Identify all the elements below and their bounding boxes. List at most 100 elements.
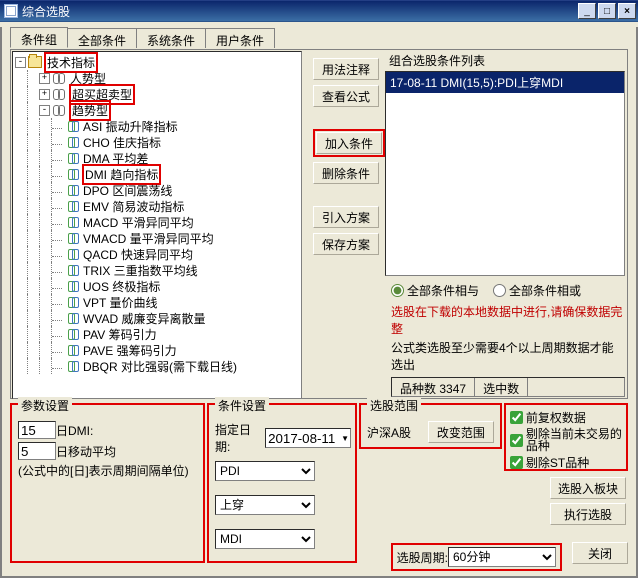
tree-item[interactable]: DPO 区间震荡线 bbox=[13, 182, 301, 198]
condition-list[interactable]: 17-08-11 DMI(15,5):PDI上穿MDI bbox=[385, 71, 625, 276]
expand-icon[interactable]: + bbox=[39, 89, 50, 100]
tree-item-label: PAV 筹码引力 bbox=[82, 326, 158, 343]
tree-item-label: ASI 振动升降指标 bbox=[82, 118, 179, 135]
indicator-icon bbox=[67, 297, 79, 307]
tree-item-label: UOS 终极指标 bbox=[82, 278, 161, 295]
tree-item[interactable]: TRIX 三重指数平均线 bbox=[13, 262, 301, 278]
tree-item[interactable]: CHO 佳庆指标 bbox=[13, 134, 301, 150]
indicator-tree[interactable]: - 技术指标 + 人势型 + 超买超卖型 - 趋势型 bbox=[12, 51, 302, 399]
check-remove-st[interactable]: 剔除ST品种 bbox=[510, 454, 622, 471]
indicator-icon bbox=[67, 201, 79, 211]
add-condition-button[interactable]: 加入条件 bbox=[316, 132, 382, 154]
indicator-icon bbox=[67, 361, 79, 371]
import-plan-button[interactable]: 引入方案 bbox=[313, 206, 379, 228]
indicator-icon bbox=[67, 281, 79, 291]
tree-item[interactable]: MACD 平滑异同平均 bbox=[13, 214, 301, 230]
tree-item[interactable]: VMACD 量平滑异同平均 bbox=[13, 230, 301, 246]
tree-item[interactable]: QACD 快速异同平均 bbox=[13, 246, 301, 262]
tree-item[interactable]: VPT 量价曲线 bbox=[13, 294, 301, 310]
tree-item-label: CHO 佳庆指标 bbox=[82, 134, 162, 151]
usage-button[interactable]: 用法注释 bbox=[313, 58, 379, 80]
tab-user-conditions[interactable]: 用户条件 bbox=[205, 28, 275, 48]
close-dialog-button[interactable]: 关闭 bbox=[572, 542, 628, 564]
tab-all-conditions[interactable]: 全部条件 bbox=[67, 28, 137, 48]
minimize-button[interactable]: _ bbox=[578, 3, 596, 19]
add-to-block-button[interactable]: 选股入板块 bbox=[550, 477, 626, 499]
radio-or[interactable]: 全部条件相或 bbox=[493, 282, 581, 299]
tree-item[interactable]: UOS 终极指标 bbox=[13, 278, 301, 294]
indicator-icon bbox=[67, 345, 79, 355]
check-qfq[interactable]: 前复权数据 bbox=[510, 409, 622, 426]
tree-item[interactable]: PAVE 强筹码引力 bbox=[13, 342, 301, 358]
app-icon bbox=[4, 4, 18, 18]
date-input[interactable] bbox=[265, 428, 351, 448]
indicator-icon bbox=[67, 185, 79, 195]
param1-input[interactable] bbox=[18, 421, 56, 439]
indicator-icon bbox=[67, 153, 79, 163]
count-label: 品种数 3347 bbox=[392, 378, 475, 396]
cycle-select[interactable]: 60分钟 bbox=[448, 547, 556, 567]
expand-icon[interactable]: - bbox=[15, 57, 26, 68]
tree-item-label: PAVE 强筹码引力 bbox=[82, 342, 178, 359]
field1-select[interactable]: PDI bbox=[215, 461, 315, 481]
param-note: (公式中的[日]表示周期间隔单位) bbox=[18, 464, 197, 478]
tree-item[interactable]: PAV 筹码引力 bbox=[13, 326, 301, 342]
selected-label: 选中数 bbox=[475, 378, 528, 396]
date-label: 指定日期: bbox=[215, 421, 265, 455]
tree-item[interactable]: EMV 简易波动指标 bbox=[13, 198, 301, 214]
param1-label: 日DMI: bbox=[56, 422, 93, 439]
chain-icon bbox=[52, 73, 66, 83]
cycle-label: 选股周期: bbox=[397, 549, 448, 566]
tree-item[interactable]: DBQR 对比强弱(需下载日线) bbox=[13, 358, 301, 374]
action-button-column: 用法注释 查看公式 加入条件 删除条件 引入方案 保存方案 bbox=[303, 50, 385, 398]
expand-icon[interactable]: + bbox=[39, 73, 50, 84]
save-plan-button[interactable]: 保存方案 bbox=[313, 233, 379, 255]
info-text: 公式类选股至少需要4个以上周期数据才能选出 bbox=[391, 339, 625, 373]
tree-item-label: VPT 量价曲线 bbox=[82, 294, 158, 311]
indicator-icon bbox=[67, 313, 79, 323]
scope-legend: 选股范围 bbox=[367, 397, 421, 414]
tab-system-conditions[interactable]: 系统条件 bbox=[136, 28, 206, 48]
tree-item-label: MACD 平滑异同平均 bbox=[82, 214, 195, 231]
indicator-icon bbox=[67, 233, 79, 243]
maximize-button[interactable]: □ bbox=[598, 3, 616, 19]
cond-legend: 条件设置 bbox=[215, 397, 269, 414]
indicator-icon bbox=[67, 169, 79, 179]
change-scope-button[interactable]: 改变范围 bbox=[428, 421, 494, 443]
param-legend: 参数设置 bbox=[18, 397, 72, 414]
tree-item-label: DBQR 对比强弱(需下载日线) bbox=[82, 358, 238, 375]
tree-item-label: DPO 区间震荡线 bbox=[82, 182, 173, 199]
tree-item[interactable]: DMI 趋向指标 bbox=[13, 166, 301, 182]
indicator-icon bbox=[67, 121, 79, 131]
param2-label: 日移动平均 bbox=[56, 443, 116, 460]
chain-icon bbox=[52, 105, 66, 115]
close-button[interactable]: × bbox=[618, 3, 636, 19]
indicator-icon bbox=[67, 137, 79, 147]
radio-and[interactable]: 全部条件相与 bbox=[391, 282, 479, 299]
field2-select[interactable]: MDI bbox=[215, 529, 315, 549]
operator-select[interactable]: 上穿 bbox=[215, 495, 315, 515]
tree-item-label: TRIX 三重指数平均线 bbox=[82, 262, 199, 279]
check-remove-untraded[interactable]: 剔除当前未交易的品种 bbox=[510, 428, 622, 452]
tree-item-label: WVAD 威廉变异离散量 bbox=[82, 310, 206, 327]
warning-text: 选股在下载的本地数据中进行,请确保数据完整 bbox=[391, 303, 625, 337]
chain-icon bbox=[52, 89, 66, 99]
indicator-icon bbox=[67, 329, 79, 339]
collapse-icon[interactable]: - bbox=[39, 105, 50, 116]
execute-button[interactable]: 执行选股 bbox=[550, 503, 626, 525]
param2-input[interactable] bbox=[18, 442, 56, 460]
delete-condition-button[interactable]: 删除条件 bbox=[313, 162, 379, 184]
condition-list-item[interactable]: 17-08-11 DMI(15,5):PDI上穿MDI bbox=[386, 72, 624, 93]
tree-item[interactable]: ASI 振动升降指标 bbox=[13, 118, 301, 134]
indicator-icon bbox=[67, 249, 79, 259]
condition-list-label: 组合选股条件列表 bbox=[389, 52, 625, 69]
window-title: 综合选股 bbox=[22, 3, 576, 20]
indicator-icon bbox=[67, 265, 79, 275]
view-formula-button[interactable]: 查看公式 bbox=[313, 85, 379, 107]
tab-condition-group[interactable]: 条件组 bbox=[10, 27, 68, 48]
tree-item[interactable]: WVAD 威廉变异离散量 bbox=[13, 310, 301, 326]
tree-item-label: VMACD 量平滑异同平均 bbox=[82, 230, 215, 247]
tree-item-label: QACD 快速异同平均 bbox=[82, 246, 194, 263]
market-label: 沪深A股 bbox=[367, 424, 411, 441]
folder-icon bbox=[28, 56, 42, 68]
